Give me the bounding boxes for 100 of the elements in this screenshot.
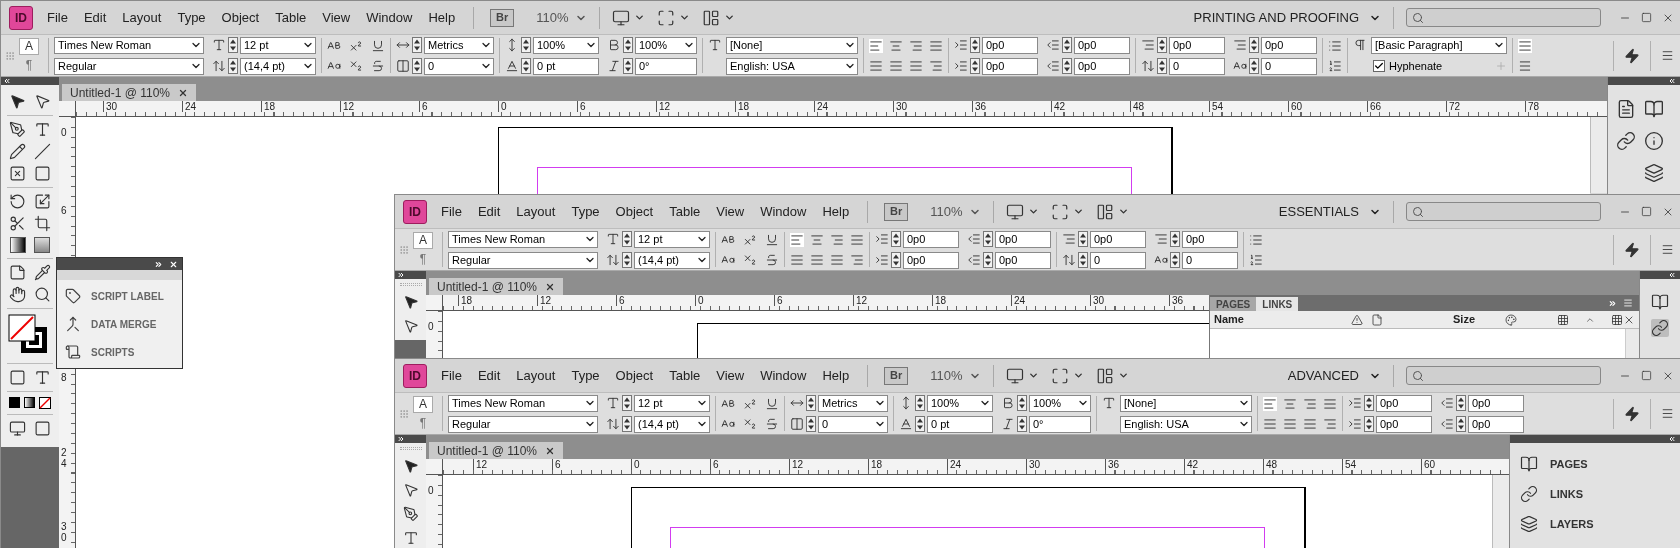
spinner-arrows-icon[interactable] xyxy=(623,58,633,74)
menu-item[interactable]: File xyxy=(433,365,470,386)
pen-tool[interactable] xyxy=(402,506,419,522)
pages-panel-icon[interactable] xyxy=(1644,99,1664,119)
spinner-arrows-icon[interactable] xyxy=(1456,395,1466,411)
page-icon[interactable] xyxy=(1371,313,1383,326)
last-line-indent-field[interactable]: 0p0 xyxy=(995,251,1051,269)
underline-icon[interactable] xyxy=(765,232,779,247)
panel-mode-toggle[interactable]: A xyxy=(19,37,39,55)
font-style-field[interactable]: Regular xyxy=(448,251,598,269)
subscript-icon[interactable] xyxy=(349,58,363,73)
document-tab[interactable]: Untitled-1 @ 110% xyxy=(429,278,563,295)
spinner-arrows-icon[interactable] xyxy=(1456,416,1466,432)
selection-tool[interactable] xyxy=(402,458,419,474)
drop-cap-lines-field[interactable]: 0 xyxy=(1090,251,1146,269)
menu-item[interactable]: Object xyxy=(213,7,268,28)
arrange-documents-button[interactable] xyxy=(1095,202,1129,221)
ruler-origin[interactable] xyxy=(59,101,76,117)
character-style-field[interactable]: [None] xyxy=(1120,394,1252,412)
horizontal-scale-field[interactable]: 100% xyxy=(635,36,697,54)
vertical-scrollbar[interactable] xyxy=(1625,329,1639,360)
close-icon[interactable] xyxy=(545,445,555,456)
dock-panel-button[interactable]: LAYERS xyxy=(1520,515,1680,533)
spinner-arrows-icon[interactable] xyxy=(1017,395,1027,411)
spinner-arrows-icon[interactable] xyxy=(622,231,632,247)
menu-item[interactable]: Table xyxy=(661,201,709,222)
menu-item[interactable]: Layout xyxy=(114,7,170,28)
spinner-arrows-icon[interactable] xyxy=(228,58,238,74)
panel-collapse-bar[interactable] xyxy=(395,271,426,279)
character-style-icon[interactable] xyxy=(708,37,722,52)
spinner-arrows-icon[interactable] xyxy=(228,37,238,53)
underline-icon[interactable] xyxy=(371,38,385,53)
view-options-button[interactable] xyxy=(1005,202,1039,221)
spinner-arrows-icon[interactable] xyxy=(1249,37,1259,53)
underline-icon[interactable] xyxy=(765,396,779,411)
left-indent-field[interactable]: 0p0 xyxy=(1376,394,1432,412)
bridge-button[interactable]: Br xyxy=(490,8,515,27)
right-indent-field[interactable]: 0p0 xyxy=(1074,36,1130,54)
justify-all-icon[interactable] xyxy=(909,58,923,73)
horizontal-scale-icon[interactable] xyxy=(607,38,621,52)
leading-field[interactable]: (14,4 pt) xyxy=(240,57,316,75)
tracking-field[interactable]: 0 xyxy=(818,415,888,433)
formatting-container-icon[interactable] xyxy=(9,369,26,386)
ruler-origin[interactable] xyxy=(426,295,443,311)
align-right-icon[interactable] xyxy=(830,232,844,247)
spinner-arrows-icon[interactable] xyxy=(806,395,816,411)
font-size-field[interactable]: 12 pt xyxy=(634,230,710,248)
eyedropper-tool[interactable] xyxy=(34,264,51,281)
menu-item[interactable]: Type xyxy=(563,365,608,386)
first-line-indent-field[interactable]: 0p0 xyxy=(982,57,1038,75)
space-after-field[interactable]: 0p0 xyxy=(1261,36,1317,54)
last-line-indent-field[interactable]: 0p0 xyxy=(1074,57,1130,75)
menu-item[interactable]: View xyxy=(708,201,753,222)
close-icon[interactable] xyxy=(178,87,188,98)
spinner-arrows-icon[interactable] xyxy=(521,58,531,74)
menu-item[interactable]: Layout xyxy=(508,201,564,222)
menu-item[interactable]: Edit xyxy=(469,201,509,222)
formatting-text-icon[interactable] xyxy=(34,369,51,386)
maximize-icon[interactable] xyxy=(1641,206,1652,217)
justify-left-icon[interactable] xyxy=(869,58,883,73)
bulleted-list-icon[interactable] xyxy=(1249,232,1263,247)
dock-panel-button[interactable]: LINKS xyxy=(1520,485,1680,503)
direct-selection-tool[interactable] xyxy=(402,482,419,498)
kerning-field[interactable]: Metrics xyxy=(818,394,888,412)
menu-item[interactable]: Table xyxy=(661,365,709,386)
expand-icon[interactable] xyxy=(1668,77,1676,85)
menu-item[interactable]: Table xyxy=(267,7,315,28)
panel-item-button[interactable]: SCRIPT LABEL xyxy=(65,288,174,304)
baseline-shift-field[interactable]: 0 pt xyxy=(533,57,599,75)
spinner-arrows-icon[interactable] xyxy=(983,231,993,247)
arrange-documents-button[interactable] xyxy=(1095,366,1129,385)
collapse-icon[interactable] xyxy=(154,259,163,269)
align-away-spine-icon[interactable] xyxy=(929,58,943,73)
menu-item[interactable]: Help xyxy=(814,365,858,386)
pages-panel-icon[interactable] xyxy=(1651,293,1669,311)
menu-item[interactable]: File xyxy=(39,7,76,28)
close-icon[interactable] xyxy=(169,259,178,269)
menu-item[interactable]: Object xyxy=(607,365,662,386)
strikethrough-icon[interactable] xyxy=(371,58,385,73)
vertical-scrollbar[interactable] xyxy=(1590,117,1607,193)
right-indent-field[interactable]: 0p0 xyxy=(1468,394,1524,412)
screen-mode-button[interactable] xyxy=(656,8,690,27)
expand-icon[interactable] xyxy=(1668,271,1676,279)
spinner-arrows-icon[interactable] xyxy=(1157,58,1167,74)
note-tool[interactable] xyxy=(9,264,26,281)
panel-mode-toggle[interactable]: A xyxy=(413,231,433,249)
spinner-arrows-icon[interactable] xyxy=(1062,58,1072,74)
drop-cap-characters-field[interactable]: 0 xyxy=(1182,251,1238,269)
align-right-icon[interactable] xyxy=(1303,396,1317,411)
align-away-spine-icon[interactable] xyxy=(1323,416,1337,431)
info-panel-icon[interactable] xyxy=(1644,131,1664,151)
gradient-feather-tool[interactable] xyxy=(34,237,50,253)
spinner-arrows-icon[interactable] xyxy=(1364,395,1374,411)
font-style-field[interactable]: Regular xyxy=(54,57,204,75)
maximize-icon[interactable] xyxy=(1641,12,1652,23)
column-layout-icon[interactable] xyxy=(1518,58,1532,73)
menu-item[interactable]: Edit xyxy=(469,365,509,386)
direct-selection-tool[interactable] xyxy=(34,93,51,110)
panel-item-button[interactable]: DATA MERGE xyxy=(65,316,174,332)
spinner-arrows-icon[interactable] xyxy=(915,395,925,411)
